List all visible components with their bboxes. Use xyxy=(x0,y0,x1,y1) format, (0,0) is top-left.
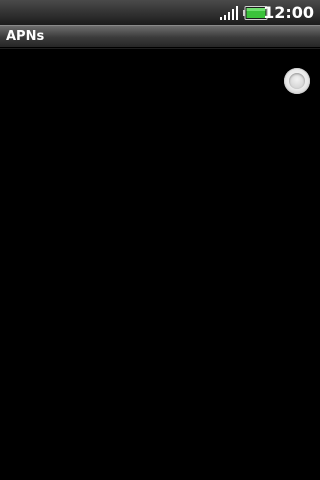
divider xyxy=(0,48,320,49)
status-clock: 12:00 xyxy=(263,3,314,22)
apn-radio-button[interactable] xyxy=(284,68,310,94)
title-bar: APNs xyxy=(0,25,320,47)
status-bar: 12:00 xyxy=(0,0,320,25)
page-title: APNs xyxy=(6,29,45,44)
radio-button-icon xyxy=(289,73,305,89)
signal-strength-icon xyxy=(220,6,238,20)
apn-settings-screen: 12:00 APNs xyxy=(0,0,320,480)
